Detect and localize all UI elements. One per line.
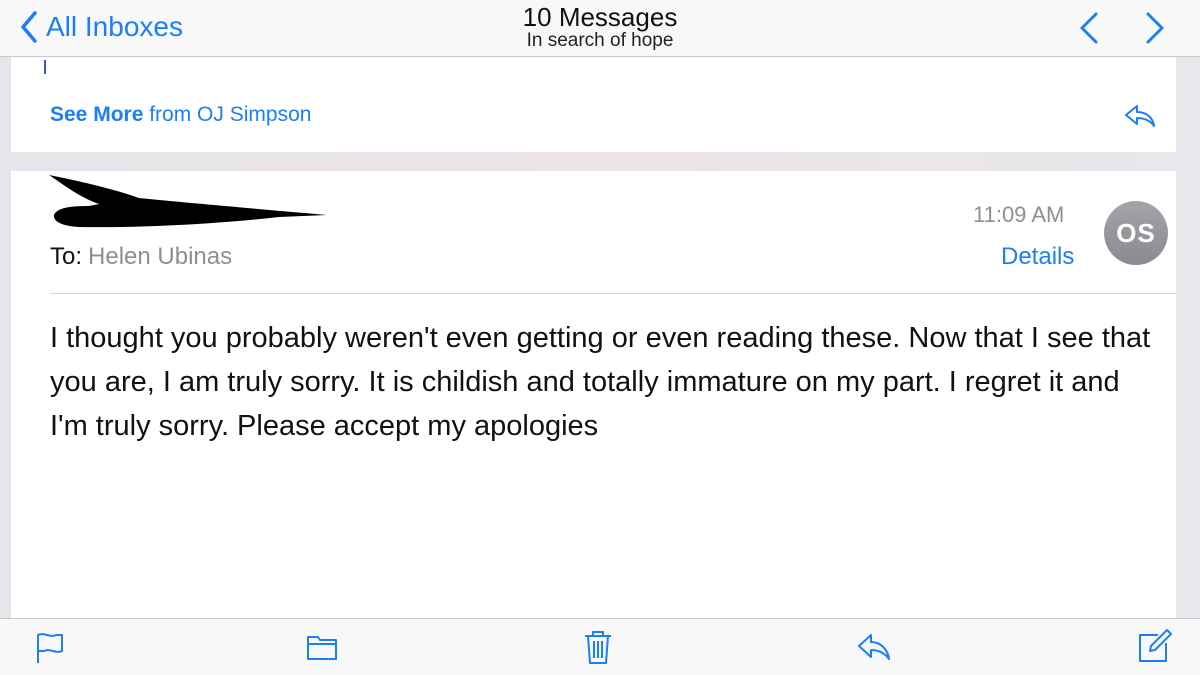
chevron-down-icon[interactable] bbox=[1140, 10, 1170, 46]
recipient-line: To: Helen Ubinas bbox=[50, 243, 232, 271]
reply-icon[interactable] bbox=[1123, 103, 1157, 129]
see-more-link[interactable]: See More from OJ Simpson bbox=[50, 103, 311, 127]
details-link[interactable]: Details bbox=[1001, 243, 1074, 271]
folder-icon[interactable] bbox=[304, 629, 340, 665]
redacted-sender-name bbox=[49, 175, 327, 228]
flag-icon[interactable] bbox=[32, 629, 68, 665]
bottom-toolbar bbox=[0, 618, 1200, 675]
to-label: To: bbox=[50, 243, 83, 270]
see-more-sender: from OJ Simpson bbox=[149, 103, 312, 126]
recipient-name[interactable]: Helen Ubinas bbox=[88, 243, 232, 270]
mail-screen: All Inboxes 10 Messages In search of hop… bbox=[0, 0, 1200, 675]
trash-icon[interactable] bbox=[580, 629, 616, 665]
see-more-label: See More bbox=[50, 103, 144, 126]
navigation-bar: All Inboxes 10 Messages In search of hop… bbox=[0, 0, 1200, 57]
page-title: 10 Messages bbox=[522, 2, 678, 32]
avatar[interactable]: OS bbox=[1104, 201, 1168, 265]
chevron-up-icon[interactable] bbox=[1074, 10, 1104, 46]
reply-icon[interactable] bbox=[856, 629, 892, 665]
message-card: To: Helen Ubinas 11:09 AM Details OS I th… bbox=[11, 171, 1176, 621]
message-body: I thought you probably weren't even gett… bbox=[50, 322, 1151, 442]
previous-message-card: See More from OJ Simpson bbox=[11, 57, 1176, 152]
compose-icon[interactable] bbox=[1136, 629, 1172, 665]
header-divider bbox=[50, 293, 1176, 294]
page-subtitle: In search of hope bbox=[526, 30, 674, 51]
message-time: 11:09 AM bbox=[973, 202, 1065, 227]
text-cursor bbox=[44, 60, 46, 74]
